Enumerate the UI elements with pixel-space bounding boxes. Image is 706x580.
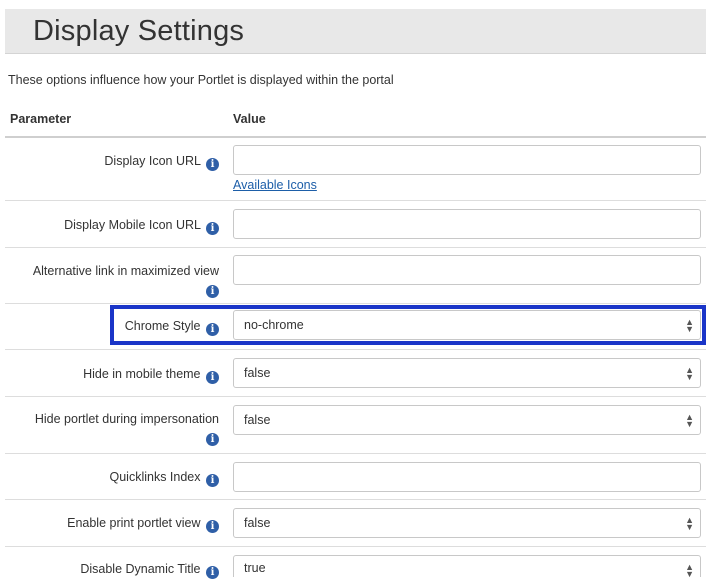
info-icon[interactable]: i: [206, 158, 219, 171]
row-divider: [5, 200, 706, 201]
hide-in-mobile-theme-select[interactable]: false ▲ ▼: [233, 358, 701, 388]
quicklinks-index-input[interactable]: [233, 462, 701, 492]
info-icon[interactable]: i: [206, 433, 219, 446]
section-description: These options influence how your Portlet…: [8, 73, 394, 87]
row-divider: [5, 453, 706, 454]
row-divider: [5, 349, 706, 350]
label-alternative-link: Alternative link in maximized view i: [32, 264, 219, 298]
row-divider: [5, 303, 706, 304]
section-header: Display Settings: [5, 9, 706, 54]
display-icon-url-input[interactable]: [233, 145, 701, 175]
row-divider: [5, 396, 706, 397]
label-quicklinks-index: Quicklinks Index i: [110, 469, 219, 487]
info-icon[interactable]: i: [206, 222, 219, 235]
label-display-icon-url: Display Icon URL i: [104, 153, 219, 171]
info-icon[interactable]: i: [206, 371, 219, 384]
display-mobile-icon-url-input[interactable]: [233, 209, 701, 239]
hide-portlet-impersonation-select[interactable]: false ▲ ▼: [233, 405, 701, 435]
alternative-link-input[interactable]: [233, 255, 701, 285]
row-divider: [5, 247, 706, 248]
enable-print-portlet-view-select[interactable]: false ▲ ▼: [233, 508, 701, 538]
label-hide-in-mobile-theme: Hide in mobile theme i: [83, 366, 219, 384]
info-icon[interactable]: i: [206, 520, 219, 533]
info-icon[interactable]: i: [206, 566, 219, 579]
label-enable-print-portlet-view: Enable print portlet view i: [67, 515, 219, 533]
column-header-value: Value: [233, 112, 266, 126]
select-arrow-icon: ▲ ▼: [685, 515, 694, 532]
highlight-box: [110, 305, 706, 345]
label-display-mobile-icon-url: Display Mobile Icon URL i: [64, 217, 219, 235]
label-disable-dynamic-title: Disable Dynamic Title i: [80, 561, 219, 579]
table-header-divider: [5, 136, 706, 138]
select-arrow-icon: ▲ ▼: [685, 412, 694, 429]
select-arrow-icon: ▲ ▼: [685, 365, 694, 382]
available-icons-link[interactable]: Available Icons: [233, 178, 317, 192]
label-hide-portlet-impersonation: Hide portlet during impersonation i: [34, 412, 219, 446]
disable-dynamic-title-select[interactable]: true ▲ ▼: [233, 555, 701, 579]
page-title: Display Settings: [33, 15, 245, 47]
info-icon[interactable]: i: [206, 474, 219, 487]
info-icon[interactable]: i: [206, 285, 219, 298]
column-header-parameter: Parameter: [10, 112, 72, 126]
row-divider: [5, 499, 706, 500]
row-divider: [5, 546, 706, 547]
select-arrow-icon: ▲ ▼: [685, 562, 694, 579]
